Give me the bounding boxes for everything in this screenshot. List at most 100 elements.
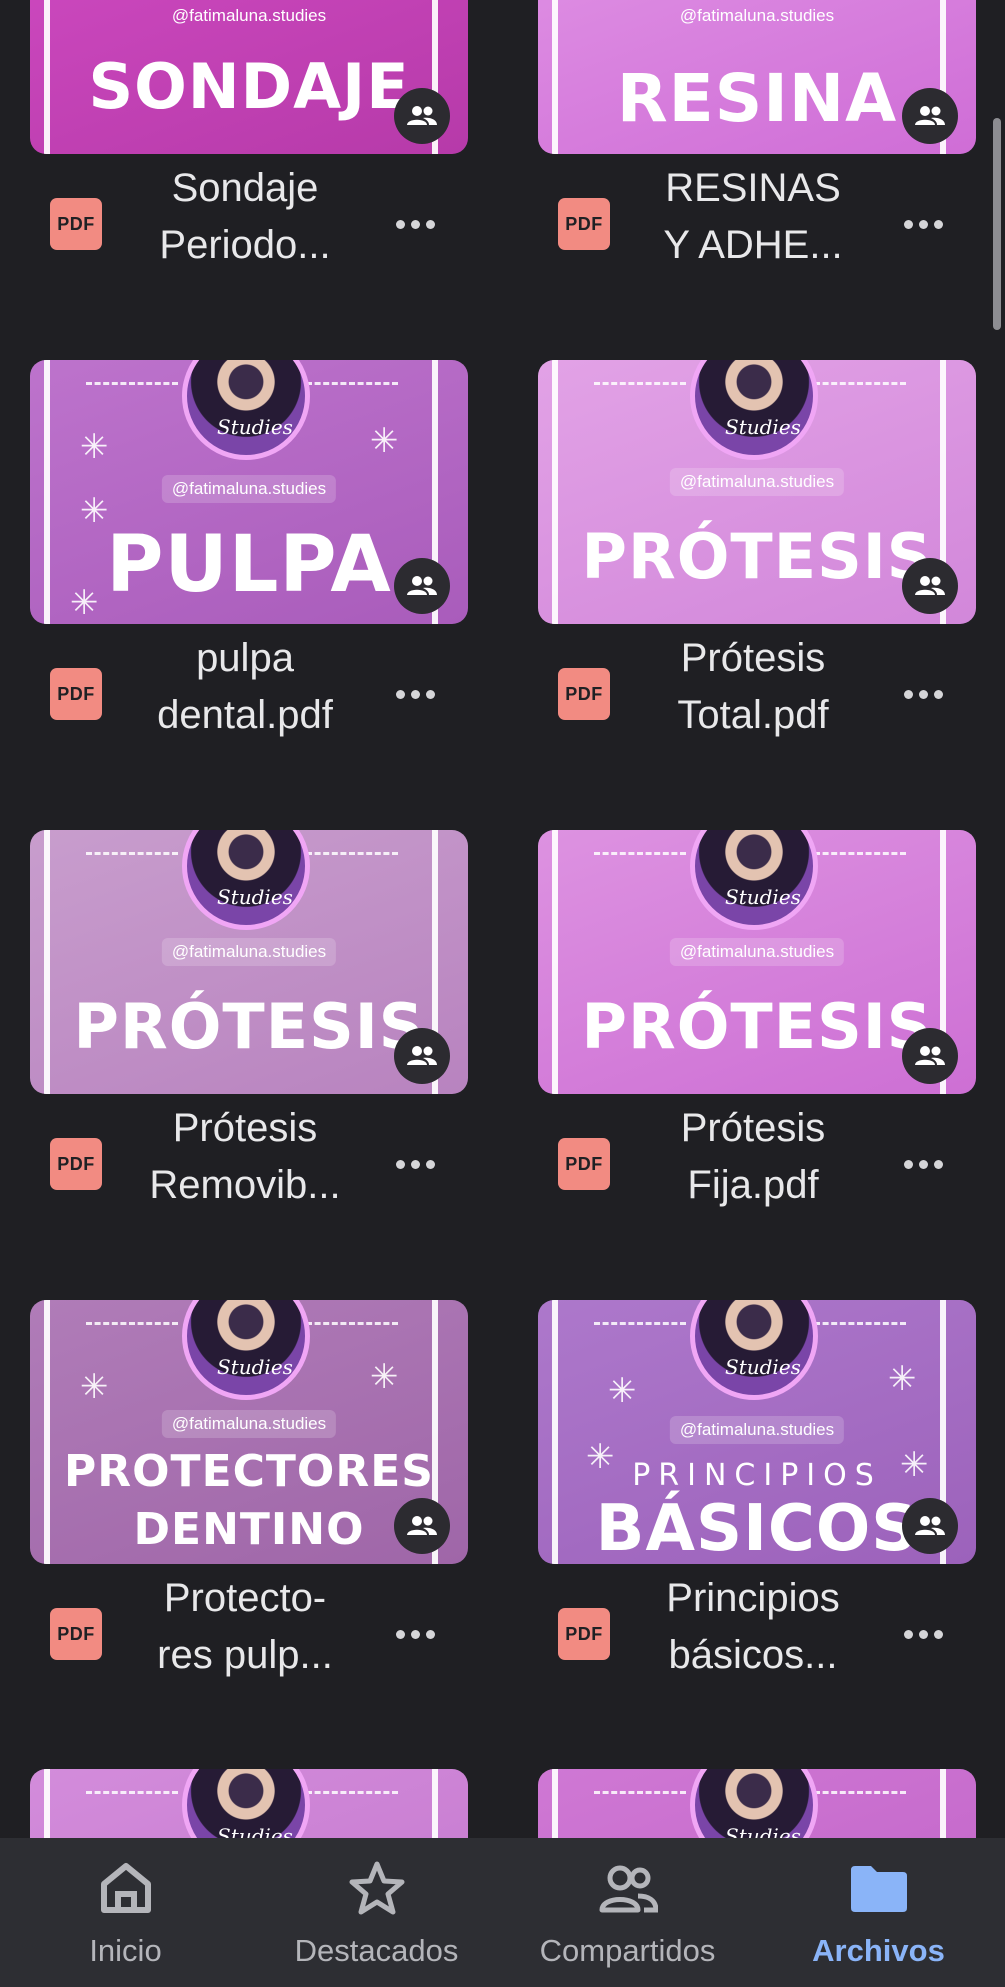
people-icon bbox=[407, 1046, 437, 1065]
shared-badge bbox=[394, 88, 450, 144]
more-options-button[interactable] bbox=[890, 664, 956, 724]
bottom-nav: Inicio Destacados Compartidos Archivos bbox=[0, 1838, 1005, 1987]
thumb-dashes bbox=[306, 1791, 398, 1794]
more-dot bbox=[933, 689, 943, 699]
pdf-file-icon: PDF bbox=[558, 668, 610, 720]
more-dot bbox=[425, 689, 435, 699]
avatar: Studies bbox=[182, 830, 310, 930]
file-name[interactable]: Protecto-res pulp... bbox=[120, 1570, 370, 1684]
file-thumbnail[interactable]: Studies @fatimaluna.studies PRÓTESIS bbox=[538, 360, 976, 624]
thumb-dashes bbox=[594, 382, 686, 385]
file-name-line: Sondaje bbox=[171, 166, 319, 210]
more-dot bbox=[918, 689, 928, 699]
more-dot bbox=[410, 689, 420, 699]
shared-badge bbox=[394, 1028, 450, 1084]
pdf-file-icon: PDF bbox=[50, 198, 102, 250]
more-options-button[interactable] bbox=[382, 664, 448, 724]
nav-item-archivos[interactable]: Archivos bbox=[753, 1838, 1004, 1987]
more-dot bbox=[918, 1629, 928, 1639]
more-options-button[interactable] bbox=[890, 1604, 956, 1664]
thumb-subtitle: PRINCIPIOS bbox=[632, 1458, 882, 1493]
thumb-handle: @fatimaluna.studies bbox=[171, 6, 327, 25]
thumb-handle: @fatimaluna.studies bbox=[161, 475, 337, 503]
avatar-script: Studies bbox=[217, 1355, 293, 1379]
file-name[interactable]: Sondaje Periodo... bbox=[120, 160, 370, 274]
thumb-dashes bbox=[814, 1791, 906, 1794]
pdf-file-icon: PDF bbox=[50, 668, 102, 720]
people-icon bbox=[915, 1516, 945, 1535]
nav-item-destacados[interactable]: Destacados bbox=[251, 1838, 502, 1987]
people-icon bbox=[407, 1516, 437, 1535]
more-dot bbox=[903, 1159, 913, 1169]
thumb-frame bbox=[940, 1769, 946, 1838]
thumb-handle: @fatimaluna.studies bbox=[161, 938, 337, 966]
file-thumbnail[interactable]: @fatimaluna.studies RESINA bbox=[538, 0, 976, 154]
more-dot bbox=[410, 1629, 420, 1639]
nav-item-inicio[interactable]: Inicio bbox=[0, 1838, 251, 1987]
file-name-line: Prótesis bbox=[172, 1106, 318, 1150]
scrollbar[interactable] bbox=[993, 118, 1001, 330]
file-name-line: Total.pdf bbox=[677, 693, 829, 737]
shared-badge bbox=[394, 558, 450, 614]
more-options-button[interactable] bbox=[382, 194, 448, 254]
file-name-line: Protecto- bbox=[163, 1576, 327, 1620]
file-name-line: dental.pdf bbox=[157, 693, 333, 737]
more-dot bbox=[903, 689, 913, 699]
avatar: Studies bbox=[690, 360, 818, 460]
shared-badge bbox=[902, 1498, 958, 1554]
nav-item-compartidos[interactable]: Compartidos bbox=[502, 1838, 753, 1987]
avatar-script: Studies bbox=[725, 1355, 801, 1379]
home-icon bbox=[100, 1863, 151, 1913]
pdf-file-icon: PDF bbox=[50, 1138, 102, 1190]
file-name-line: básicos... bbox=[668, 1633, 838, 1677]
file-name[interactable]: pulpa dental.pdf bbox=[120, 630, 370, 744]
more-options-button[interactable] bbox=[382, 1604, 448, 1664]
file-name-line: Periodo... bbox=[159, 223, 331, 267]
thumb-dashes bbox=[86, 382, 178, 385]
file-name[interactable]: RESINAS Y ADHE... bbox=[628, 160, 878, 274]
file-thumbnail[interactable]: Studies ✳ ✳ ✳ ✳ @fatimaluna.studies PULP… bbox=[30, 360, 468, 624]
thumb-handle: @fatimaluna.studies bbox=[679, 6, 835, 25]
thumb-handle: @fatimaluna.studies bbox=[161, 1410, 337, 1438]
file-name[interactable]: Principios básicos... bbox=[628, 1570, 878, 1684]
file-meta: PDF Sondaje Periodo... bbox=[30, 156, 468, 286]
sparkle-icon: ✳ bbox=[80, 428, 109, 466]
drive-files-screen: @fatimaluna.studies SONDAJE PDF Sondaje P… bbox=[0, 0, 1005, 1987]
file-name[interactable]: Prótesis Fija.pdf bbox=[628, 1100, 878, 1214]
file-name-line: RESINAS bbox=[665, 166, 841, 210]
file-name[interactable]: Prótesis Total.pdf bbox=[628, 630, 878, 744]
file-thumbnail[interactable]: Studies @fatimaluna.studies PRÓTESIS bbox=[538, 830, 976, 1094]
file-name-line: Y ADHE... bbox=[663, 223, 843, 267]
thumb-handle: @fatimaluna.studies bbox=[669, 938, 845, 966]
thumb-frame bbox=[552, 1769, 558, 1838]
avatar: Studies bbox=[182, 360, 310, 460]
file-meta: PDF pulpa dental.pdf bbox=[30, 626, 468, 756]
more-dot bbox=[410, 1159, 420, 1169]
shared-badge bbox=[902, 88, 958, 144]
more-options-button[interactable] bbox=[890, 194, 956, 254]
thumb-dashes bbox=[306, 1322, 398, 1325]
file-name[interactable]: Prótesis Removib... bbox=[120, 1100, 370, 1214]
file-thumbnail[interactable]: Studies ✳ ✳ ✳ ✳ @fatimaluna.studies PRIN… bbox=[538, 1300, 976, 1564]
thumb-handle: @fatimaluna.studies bbox=[669, 1416, 845, 1444]
more-dot bbox=[425, 1159, 435, 1169]
avatar: Studies bbox=[182, 1300, 310, 1400]
more-dot bbox=[395, 1159, 405, 1169]
file-name-line: Prótesis bbox=[680, 1106, 826, 1150]
file-thumbnail[interactable]: Studies bbox=[538, 1769, 976, 1838]
avatar-script: Studies bbox=[725, 1824, 801, 1838]
file-thumbnail[interactable]: Studies bbox=[30, 1769, 468, 1838]
sparkle-icon: ✳ bbox=[608, 1372, 637, 1410]
more-options-button[interactable] bbox=[382, 1134, 448, 1194]
sparkle-icon: ✳ bbox=[80, 1368, 109, 1406]
file-thumbnail[interactable]: Studies ✳ ✳ @fatimaluna.studies PROTECTO… bbox=[30, 1300, 468, 1564]
people-icon bbox=[599, 1865, 658, 1913]
thumb-dashes bbox=[814, 382, 906, 385]
more-options-button[interactable] bbox=[890, 1134, 956, 1194]
avatar-script: Studies bbox=[217, 1824, 293, 1838]
thumb-dashes bbox=[86, 1791, 178, 1794]
more-dot bbox=[918, 219, 928, 229]
file-thumbnail[interactable]: Studies @fatimaluna.studies PRÓTESIS bbox=[30, 830, 468, 1094]
more-dot bbox=[933, 219, 943, 229]
file-thumbnail[interactable]: @fatimaluna.studies SONDAJE bbox=[30, 0, 468, 154]
